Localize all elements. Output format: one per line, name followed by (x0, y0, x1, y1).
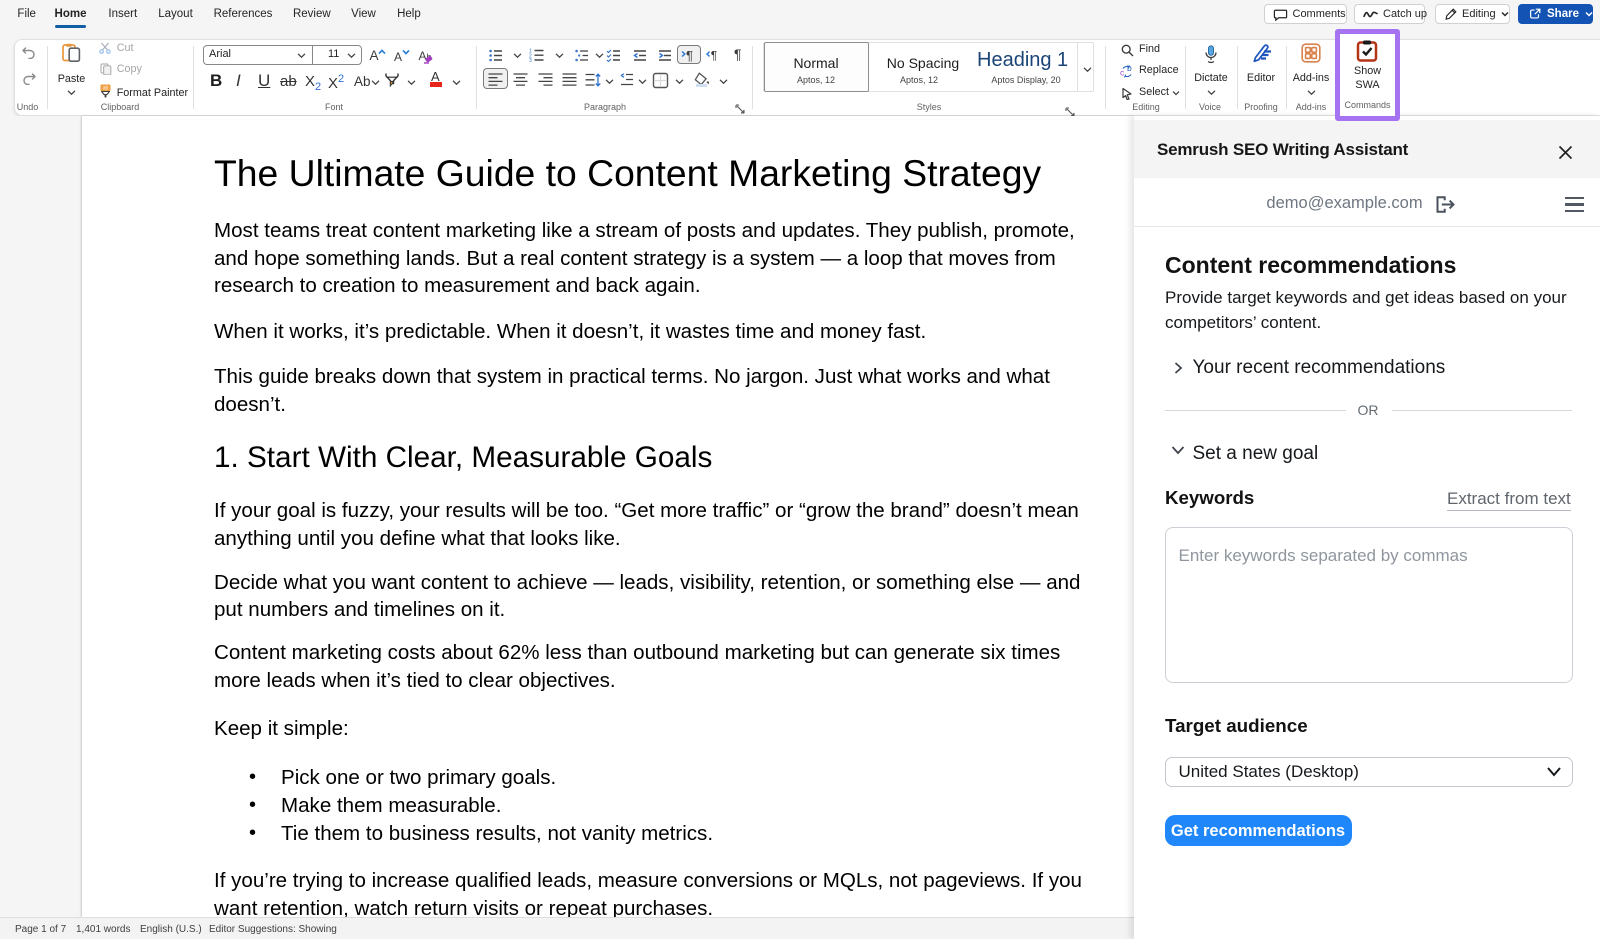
svg-text:c: c (1120, 68, 1125, 78)
svg-text:¶: ¶ (686, 48, 693, 62)
svg-text:ab: ab (103, 86, 109, 92)
svg-text:¶: ¶ (711, 48, 718, 61)
svg-text:3: 3 (529, 58, 532, 62)
